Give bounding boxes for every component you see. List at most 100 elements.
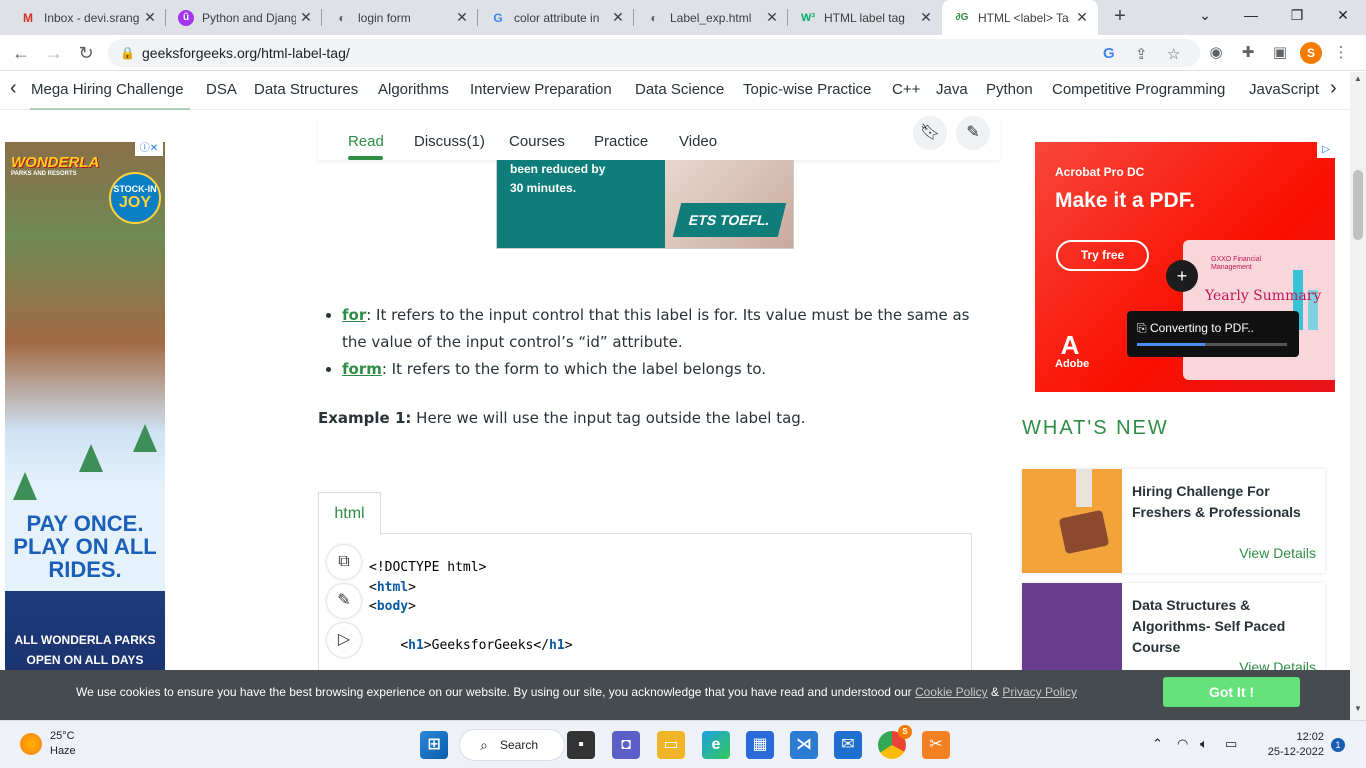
- forward-arrow-icon[interactable]: →: [41, 40, 67, 66]
- extensions-puzzle-icon[interactable]: ✚: [1236, 41, 1260, 65]
- extension-g-icon[interactable]: ◉: [1204, 41, 1228, 65]
- tab-close-icon[interactable]: ✕: [608, 9, 628, 26]
- mail-icon[interactable]: ✉: [834, 731, 862, 759]
- tab-discuss[interactable]: Discuss(1): [414, 133, 485, 150]
- teams-chat-icon[interactable]: ◘: [612, 731, 640, 759]
- cookie-consent-bar: We use cookies to ensure you have the be…: [0, 670, 1350, 720]
- tab-search-chevron-icon[interactable]: ⌄: [1182, 0, 1228, 30]
- taskbar-search[interactable]: ⌕ Search: [459, 729, 565, 761]
- close-window-button[interactable]: ✕: [1320, 0, 1366, 30]
- edit-code-pencil-icon[interactable]: ✎: [327, 584, 361, 618]
- edge-browser-icon[interactable]: e: [702, 731, 730, 759]
- nav-item[interactable]: Topic-wise Practice: [743, 81, 871, 98]
- nav-item[interactable]: Interview Preparation: [470, 81, 612, 98]
- tab-close-icon[interactable]: ✕: [916, 9, 936, 26]
- minimize-button[interactable]: —: [1228, 0, 1274, 30]
- vscode-icon[interactable]: ⋊: [790, 731, 818, 759]
- browser-tab[interactable]: G color attribute in ✕: [478, 0, 634, 35]
- microsoft-store-icon[interactable]: ▦: [746, 731, 774, 759]
- nav-item[interactable]: Java: [936, 81, 968, 98]
- volume-icon[interactable]: 🔈︎: [1200, 736, 1208, 752]
- restore-button[interactable]: ❐: [1274, 0, 1320, 30]
- notification-badge[interactable]: 1: [1331, 738, 1345, 752]
- nav-next-arrow-icon[interactable]: ›: [1326, 77, 1337, 100]
- browser-tab-active[interactable]: ∂G HTML <label> Ta ✕: [942, 0, 1098, 35]
- nav-item[interactable]: C++: [892, 81, 920, 98]
- browser-tab[interactable]: û Python and Djang ✕: [166, 0, 322, 35]
- nav-item[interactable]: Competitive Programming: [1052, 81, 1225, 98]
- whats-new-card[interactable]: Data Structures & Algorithms- Self Paced…: [1022, 583, 1325, 670]
- tab-video[interactable]: Video: [679, 133, 717, 150]
- share-icon[interactable]: ⇪: [1135, 45, 1148, 63]
- nav-item[interactable]: Data Science: [635, 81, 724, 98]
- nav-item[interactable]: DSA: [206, 81, 237, 98]
- code-language-tab[interactable]: html: [318, 492, 381, 534]
- adobe-acrobat-ad[interactable]: ▷ Acrobat Pro DC Make it a PDF. Try free…: [1035, 142, 1335, 392]
- weather-widget[interactable]: 25°C Haze: [20, 729, 76, 759]
- reload-icon[interactable]: ↻: [73, 40, 99, 66]
- run-play-icon[interactable]: ▷: [327, 623, 361, 657]
- browser-tab[interactable]: ◐ Label_exp.html ✕: [634, 0, 788, 35]
- nav-prev-arrow-icon[interactable]: ‹: [10, 77, 17, 100]
- tray-chevron-up-icon[interactable]: ⌃: [1152, 736, 1163, 752]
- nav-item[interactable]: Data Structures: [254, 81, 358, 98]
- side-panel-icon[interactable]: ▣: [1268, 41, 1292, 65]
- cookie-policy-link[interactable]: Cookie Policy: [915, 685, 988, 699]
- tab-courses[interactable]: Courses: [509, 133, 565, 150]
- tab-close-icon[interactable]: ✕: [452, 9, 472, 26]
- new-tab-button[interactable]: +: [1108, 4, 1132, 28]
- bookmark-star-icon[interactable]: ☆: [1167, 45, 1180, 63]
- wifi-icon[interactable]: ◠: [1177, 736, 1188, 752]
- scroll-up-arrow-icon[interactable]: ▲: [1350, 74, 1366, 88]
- for-link[interactable]: for: [342, 306, 366, 324]
- whats-new-card[interactable]: Hiring Challenge For Freshers & Professi…: [1022, 469, 1325, 573]
- copy-icon[interactable]: ⧉: [327, 545, 361, 579]
- browser-tab[interactable]: ◐ login form ✕: [322, 0, 478, 35]
- gfg-icon: ∂G: [955, 12, 969, 23]
- back-arrow-icon[interactable]: ←: [8, 40, 34, 66]
- privacy-policy-link[interactable]: Privacy Policy: [1002, 685, 1077, 699]
- address-bar[interactable]: 🔒 geeksforgeeks.org/html-label-tag/ G ⇪ …: [108, 39, 1200, 67]
- scrollbar-thumb[interactable]: [1353, 170, 1363, 240]
- briefcase-icon: [1058, 509, 1110, 555]
- windows-start-icon[interactable]: ⊞: [420, 731, 448, 759]
- lock-icon[interactable]: 🔒: [120, 46, 135, 60]
- view-details-link[interactable]: View Details: [1239, 545, 1316, 561]
- card-thumbnail: [1022, 469, 1122, 573]
- tab-close-icon[interactable]: ✕: [296, 9, 316, 26]
- tab-read[interactable]: Read: [348, 133, 384, 150]
- scroll-down-arrow-icon[interactable]: ▼: [1350, 704, 1366, 718]
- google-translate-icon[interactable]: G: [1103, 45, 1115, 62]
- menu-kebab-icon[interactable]: ⋮: [1329, 41, 1353, 65]
- tab-practice[interactable]: Practice: [594, 133, 648, 150]
- nav-item[interactable]: Mega Hiring Challenge: [31, 81, 184, 98]
- list-item-text: : It refers to the form to which the lab…: [381, 360, 767, 378]
- battery-icon[interactable]: ▭: [1225, 736, 1237, 752]
- task-view-icon[interactable]: ▪: [567, 731, 595, 759]
- edit-pencil-icon[interactable]: ✎: [956, 116, 990, 150]
- tab-close-icon[interactable]: ✕: [140, 9, 160, 26]
- tab-close-icon[interactable]: ✕: [1072, 9, 1092, 26]
- profile-avatar[interactable]: S: [1300, 42, 1322, 64]
- wonderla-ad-banner[interactable]: WONDERLA PARKS AND RESORTS STOCK-IN JOY …: [5, 142, 165, 670]
- file-explorer-icon[interactable]: ▭: [657, 731, 685, 759]
- nav-item[interactable]: Python: [986, 81, 1033, 98]
- chrome-icon[interactable]: S: [878, 725, 912, 759]
- try-free-button[interactable]: Try free: [1056, 240, 1149, 271]
- toefl-ad[interactable]: been reduced by 30 minutes. ETS TOEFL.: [496, 160, 794, 249]
- browser-tab[interactable]: M Inbox - devi.srang ✕: [8, 0, 166, 35]
- tab-close-icon[interactable]: ✕: [762, 9, 782, 26]
- ad-choices-icon[interactable]: ⓘ✕: [135, 142, 163, 156]
- ad-choices-icon[interactable]: ▷: [1317, 142, 1335, 158]
- system-clock[interactable]: 12:02 25-12-2022: [1268, 730, 1324, 760]
- example-heading: Example 1: Here we will use the input ta…: [318, 409, 806, 427]
- nav-item[interactable]: Algorithms: [378, 81, 449, 98]
- browser-tab[interactable]: W³ HTML label tag ✕: [788, 0, 942, 35]
- form-link[interactable]: form: [342, 360, 382, 378]
- got-it-button[interactable]: Got It !: [1163, 677, 1300, 707]
- view-details-link[interactable]: View Details: [1239, 659, 1316, 670]
- page-scrollbar[interactable]: ▲ ▼: [1350, 72, 1366, 720]
- bookmark-icon[interactable]: 🔖︎: [913, 116, 947, 150]
- snipping-tool-icon[interactable]: ✂: [922, 731, 950, 759]
- nav-item[interactable]: JavaScript: [1249, 81, 1319, 98]
